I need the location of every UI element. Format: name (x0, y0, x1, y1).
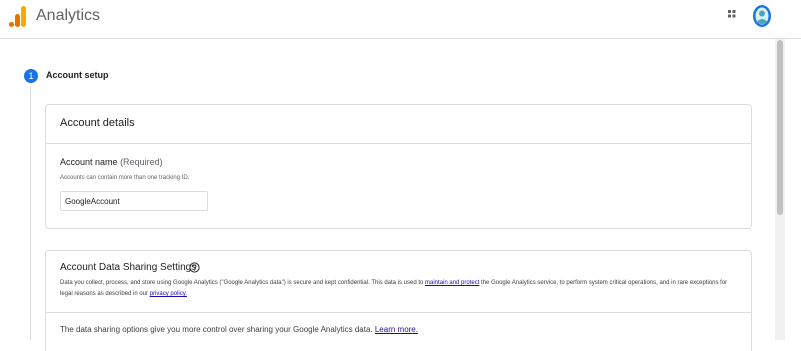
required-indicator: (Required) (120, 157, 163, 167)
stepper-line (30, 86, 31, 340)
account-details-title: Account details (60, 117, 135, 129)
google-analytics-logo-icon[interactable] (9, 6, 27, 28)
description-text-1: Data you collect, process, and store usi… (60, 280, 426, 286)
account-name-label-text: Account name (60, 157, 118, 167)
maintain-protect-link[interactable]: maintain and protect (425, 280, 479, 286)
options-text: The data sharing options give you more c… (60, 325, 375, 334)
data-sharing-card: Account Data Sharing Settings Data you c… (45, 250, 752, 351)
account-name-input[interactable] (60, 191, 208, 211)
account-details-card: Account details Account name (Required) … (45, 104, 752, 229)
app-title: Analytics (36, 7, 101, 24)
account-name-label: Account name (Required) (60, 157, 163, 167)
apps-grid-icon[interactable] (728, 10, 740, 22)
user-avatar-icon[interactable] (752, 4, 772, 28)
sharing-options-text: The data sharing options give you more c… (60, 325, 418, 334)
top-app-bar: Analytics (0, 0, 801, 39)
data-sharing-description: Data you collect, process, and store usi… (60, 278, 740, 300)
account-name-hint: Accounts can contain more than one track… (60, 175, 190, 181)
section-divider (46, 312, 751, 313)
step-number-badge: 1 (24, 69, 38, 83)
learn-more-link[interactable]: Learn more. (375, 325, 418, 334)
step-label: Account setup (46, 70, 109, 80)
help-circle-icon[interactable] (189, 262, 200, 273)
privacy-policy-link[interactable]: privacy policy. (150, 291, 187, 297)
data-sharing-title: Account Data Sharing Settings (60, 262, 197, 273)
scrollbar-thumb[interactable] (777, 40, 783, 215)
account-details-header: Account details (46, 105, 751, 144)
